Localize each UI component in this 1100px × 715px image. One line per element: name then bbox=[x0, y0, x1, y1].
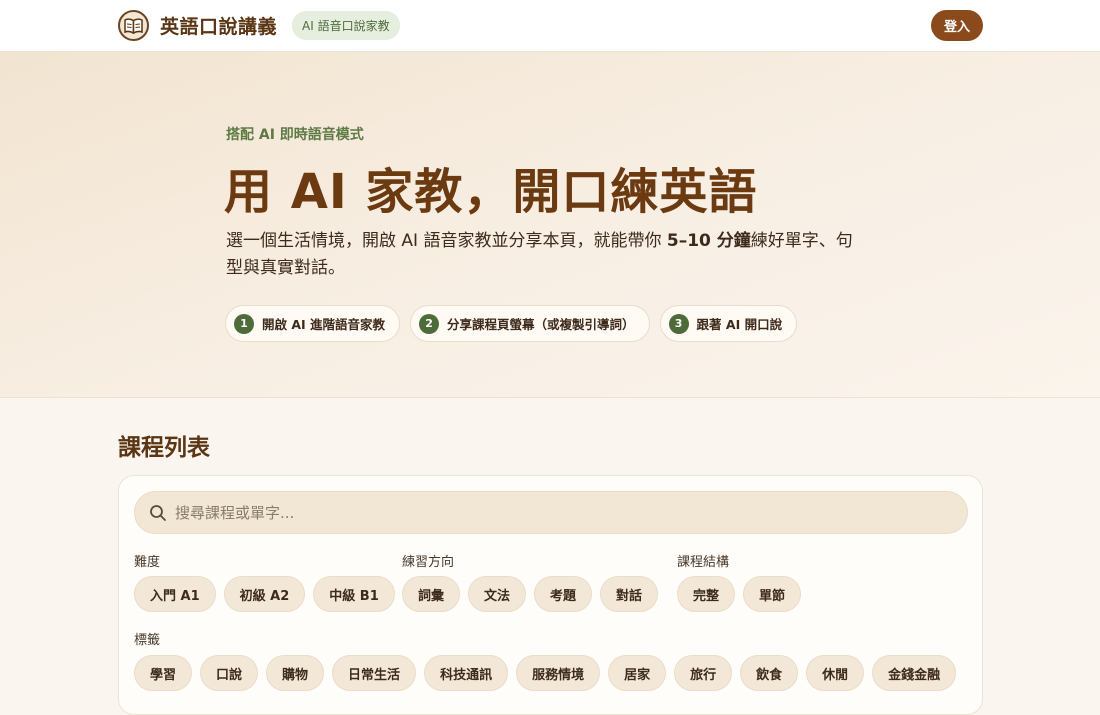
hero-description: 選一個生活情境，開啟 AI 語音家教並分享本頁，就能帶你 5–10 分鐘練好單字… bbox=[226, 228, 866, 282]
structure-chip-complete[interactable]: 完整 bbox=[677, 576, 736, 612]
search-input[interactable] bbox=[175, 503, 955, 522]
direction-filter-label: 練習方向 bbox=[402, 555, 455, 570]
login-button[interactable]: 登入 bbox=[931, 10, 983, 41]
tag-chip-finance[interactable]: 金錢金融 bbox=[872, 655, 957, 691]
difficulty-chip-a1[interactable]: 入門 A1 bbox=[134, 576, 216, 612]
step-number: 2 bbox=[419, 313, 440, 334]
tag-chip-food[interactable]: 飲食 bbox=[740, 655, 799, 691]
tags-filter-chips: 學習 口說 購物 日常生活 科技通訊 服務情境 居家 旅行 飲食 休閒 金錢金融 bbox=[134, 655, 964, 691]
step-label: 跟著 AI 開口說 bbox=[696, 317, 783, 332]
tag-chip-shopping[interactable]: 購物 bbox=[266, 655, 325, 691]
brand-name: 英語口說講義 bbox=[160, 16, 278, 38]
hero-section: 搭配 AI 即時語音模式 用 AI 家教，開口練英語 選一個生活情境，開啟 AI… bbox=[0, 52, 1100, 398]
difficulty-chip-b1[interactable]: 中級 B1 bbox=[313, 576, 395, 612]
open-book-icon bbox=[118, 10, 149, 41]
direction-chip-vocabulary[interactable]: 詞彙 bbox=[402, 576, 461, 612]
tag-chip-speaking[interactable]: 口說 bbox=[200, 655, 259, 691]
tag-chip-daily-life[interactable]: 日常生活 bbox=[332, 655, 417, 691]
direction-chip-grammar[interactable]: 文法 bbox=[468, 576, 527, 612]
direction-filter-chips: 詞彙 文法 考題 對話 bbox=[402, 576, 666, 612]
step-label: 開啟 AI 進階語音家教 bbox=[262, 317, 386, 332]
tags-filter-label: 標籤 bbox=[134, 633, 161, 648]
step-1: 1 開啟 AI 進階語音家教 bbox=[225, 305, 401, 342]
hero-eyebrow: 搭配 AI 即時語音模式 bbox=[226, 127, 364, 143]
course-list-title: 課程列表 bbox=[118, 435, 210, 461]
hero-title: 用 AI 家教，開口練英語 bbox=[224, 164, 758, 220]
step-number: 3 bbox=[668, 313, 689, 334]
hero-desc-part1: 選一個生活情境，開啟 AI 語音家教並分享本頁，就能帶你 bbox=[226, 231, 667, 251]
difficulty-filter-chips: 入門 A1 初級 A2 中級 B1 bbox=[134, 576, 403, 612]
tag-chip-tech[interactable]: 科技通訊 bbox=[424, 655, 509, 691]
hero-desc-duration: 5–10 分鐘 bbox=[666, 231, 751, 251]
step-3: 3 跟著 AI 開口說 bbox=[659, 305, 798, 342]
course-filter-card: 難度 入門 A1 初級 A2 中級 B1 練習方向 詞彙 文法 考題 對話 課程… bbox=[118, 475, 983, 715]
difficulty-chip-a2[interactable]: 初級 A2 bbox=[223, 576, 306, 612]
tag-chip-travel[interactable]: 旅行 bbox=[674, 655, 733, 691]
tag-chip-home[interactable]: 居家 bbox=[608, 655, 667, 691]
direction-chip-exam[interactable]: 考題 bbox=[534, 576, 593, 612]
step-number: 1 bbox=[234, 313, 254, 334]
brand[interactable]: 英語口說講義 AI 語音口說家教 bbox=[118, 10, 400, 41]
direction-chip-dialogue[interactable]: 對話 bbox=[600, 576, 659, 612]
difficulty-filter-label: 難度 bbox=[134, 555, 161, 570]
tag-chip-service[interactable]: 服務情境 bbox=[516, 655, 601, 691]
tag-chip-learning[interactable]: 學習 bbox=[134, 655, 193, 691]
step-2: 2 分享課程頁螢幕（或複製引導詞） bbox=[410, 305, 650, 342]
brand-tagline-chip: AI 語音口說家教 bbox=[292, 11, 400, 40]
search-bar[interactable] bbox=[134, 491, 968, 534]
search-icon bbox=[150, 504, 166, 521]
steps-list: 1 開啟 AI 進階語音家教 2 分享課程頁螢幕（或複製引導詞） 3 跟著 AI… bbox=[225, 305, 807, 342]
structure-filter-chips: 完整 單節 bbox=[677, 576, 809, 612]
structure-chip-single[interactable]: 單節 bbox=[743, 576, 802, 612]
tag-chip-leisure[interactable]: 休閒 bbox=[806, 655, 865, 691]
step-label: 分享課程頁螢幕（或複製引導詞） bbox=[447, 317, 635, 332]
top-bar: 英語口說講義 AI 語音口說家教 登入 bbox=[0, 0, 1100, 52]
structure-filter-label: 課程結構 bbox=[677, 555, 730, 570]
